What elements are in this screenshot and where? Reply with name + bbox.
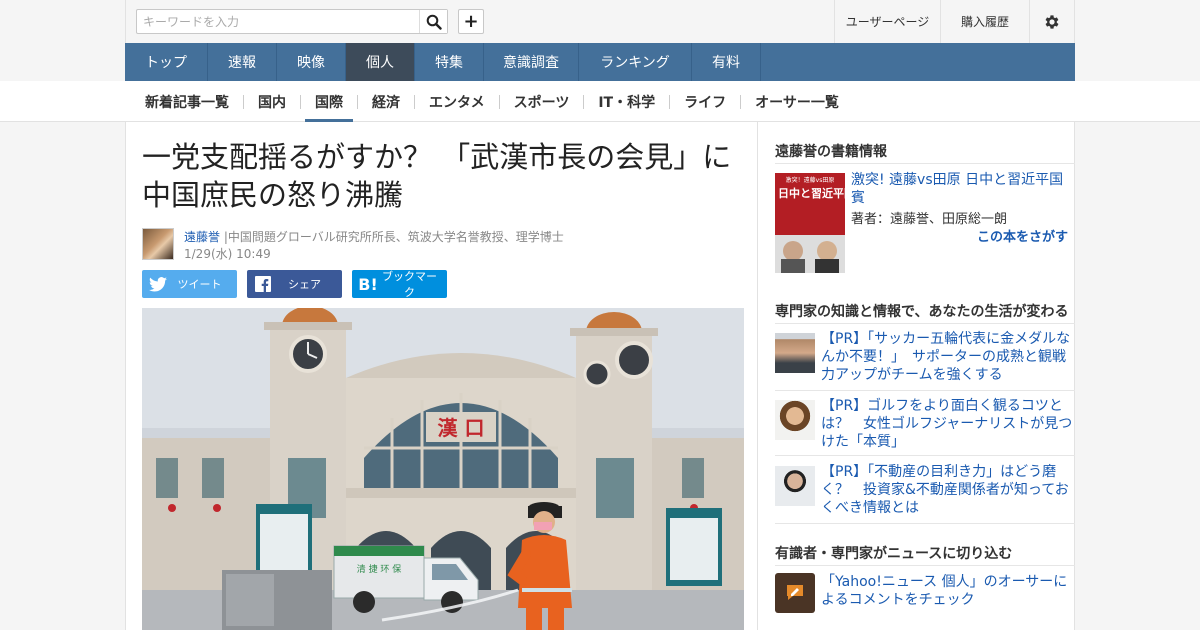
purchase-history-link[interactable]: 購入履歴 <box>940 0 1029 43</box>
divider <box>498 94 500 109</box>
settings-button[interactable] <box>1029 0 1074 43</box>
top-bar: + ユーザーページ 購入履歴 <box>0 0 1200 43</box>
main-nav-item-features[interactable]: 特集 <box>415 43 484 81</box>
plus-icon: + <box>463 10 479 32</box>
search-icon <box>426 14 442 30</box>
main-nav-item-ranking[interactable]: ランキング <box>579 43 692 81</box>
author-avatar[interactable] <box>142 228 174 260</box>
divider <box>300 94 301 109</box>
user-page-link[interactable]: ユーザーページ <box>834 0 940 43</box>
hankou-station-illustration: 漢 口 清 捷 环 保 <box>142 308 744 630</box>
expert-link[interactable]: 「Yahoo!ニュース 個人」のオーサーによるコメントをチェック <box>821 573 1075 609</box>
twitter-icon <box>146 276 170 292</box>
truck-text: 清 捷 环 保 <box>357 563 402 575</box>
book-cover-title: 日中と習近平国賓 <box>778 186 845 200</box>
divider <box>775 323 1075 324</box>
book-title-link[interactable]: 激突! 遠藤vs田原 日中と習近平国賓 <box>851 171 1071 207</box>
pr-link[interactable]: 【PR】「不動産の目利き力」はどう磨く？ 投資家&不動産関係者が知っておくべき情… <box>821 463 1075 517</box>
gear-icon <box>1045 14 1059 29</box>
twitter-share-label: ツイート <box>177 278 222 291</box>
add-button[interactable]: + <box>458 9 484 34</box>
author-line: 遠藤誉 |中国問題グローバル研究所所長、筑波大学名誉教授、理学博士 <box>184 228 564 245</box>
search-button[interactable] <box>419 10 447 33</box>
sub-nav-item-domestic[interactable]: 国内 <box>248 81 296 122</box>
sub-nav-items: 新着記事一覧 国内 国際 経済 エンタメ スポーツ IT・科学 ライフ オーサー… <box>135 81 849 122</box>
expert-item[interactable]: 「Yahoo!ニュース 個人」のオーサーによるコメントをチェック <box>775 573 1075 615</box>
pr-section-title: 専門家の知識と情報で、あなたの生活が変わる <box>775 304 1069 320</box>
article-title: 一党支配揺るがすか？ 「武漢市長の会見」に中国庶民の怒り沸騰 <box>142 140 732 212</box>
article-photo[interactable]: 漢 口 清 捷 环 保 <box>142 308 744 630</box>
divider <box>669 94 671 109</box>
find-book-link[interactable]: この本をさがす <box>977 226 1068 245</box>
divider <box>775 390 1075 391</box>
search-box <box>136 9 448 34</box>
main-nav-item-individual[interactable]: 個人 <box>346 43 415 81</box>
sidebar: 遠藤誉の書籍情報 激突！遠藤vs田原 日中と習近平国賓 激突! 遠藤vs田原 日… <box>758 122 1075 630</box>
expert-section-title: 有識者・専門家がニュースに切り込む <box>775 546 1013 562</box>
main-nav-item-top[interactable]: トップ <box>125 43 208 81</box>
twitter-share-button[interactable]: ツイート <box>142 270 237 298</box>
hatena-icon: B! <box>358 274 378 294</box>
sub-nav-item-it-science[interactable]: IT・科学 <box>588 81 665 122</box>
sub-nav-item-new[interactable]: 新着記事一覧 <box>135 81 239 122</box>
author-description: |中国問題グローバル研究所所長、筑波大学名誉教授、理学博士 <box>223 230 564 244</box>
main-nav-item-breaking[interactable]: 速報 <box>208 43 277 81</box>
divider <box>775 523 1075 524</box>
sub-nav-item-life[interactable]: ライフ <box>674 81 736 122</box>
divider <box>414 94 415 109</box>
book-section-title: 遠藤誉の書籍情報 <box>775 144 887 160</box>
article-date: 1/29(水) 10:49 <box>184 247 271 261</box>
sub-nav-item-sports[interactable]: スポーツ <box>504 81 580 122</box>
hatena-bookmark-button[interactable]: B! ブックマーク <box>352 270 447 299</box>
station-sign: 漢 口 <box>438 416 485 440</box>
divider <box>775 455 1075 456</box>
sub-nav-item-entertainment[interactable]: エンタメ <box>419 81 495 122</box>
book-cover-top-text: 激突！遠藤vs田原 <box>786 176 835 184</box>
pr-thumbnail <box>775 400 815 440</box>
sub-nav-item-economy[interactable]: 経済 <box>362 81 410 122</box>
author-name[interactable]: 遠藤誉 <box>184 230 220 244</box>
book-cover-art: 激突！遠藤vs田原 日中と習近平国賓 <box>775 173 845 273</box>
divider <box>740 94 742 109</box>
sub-nav-item-authors[interactable]: オーサー一覧 <box>745 81 849 122</box>
main-nav-item-survey[interactable]: 意識調査 <box>484 43 579 81</box>
facebook-share-label: シェア <box>288 278 321 291</box>
top-links: ユーザーページ 購入履歴 <box>834 0 1074 43</box>
facebook-share-button[interactable]: シェア <box>247 270 342 298</box>
hatena-bookmark-label: ブックマーク <box>382 270 437 299</box>
book-author: 著者：遠藤誉、田原総一朗 <box>851 212 1008 227</box>
pr-item[interactable]: 【PR】「不動産の目利き力」はどう磨く？ 投資家&不動産関係者が知っておくべき情… <box>775 463 1075 521</box>
divider <box>357 94 358 109</box>
facebook-icon <box>251 276 275 292</box>
main-nav-item-paid[interactable]: 有料 <box>692 43 761 81</box>
pr-thumbnail <box>775 333 815 373</box>
pr-link[interactable]: 【PR】ゴルフをより面白く観るコツとは？ 女性ゴルフジャーナリストが見つけた「本… <box>821 397 1075 451</box>
comment-icon <box>775 573 815 613</box>
main-nav: トップ 速報 映像 個人 特集 意識調査 ランキング 有料 <box>125 43 1075 81</box>
book-cover[interactable]: 激突！遠藤vs田原 日中と習近平国賓 <box>775 173 845 273</box>
divider <box>243 94 244 109</box>
article: 一党支配揺るがすか？ 「武漢市長の会見」に中国庶民の怒り沸騰 遠藤誉 |中国問題… <box>125 122 758 630</box>
sub-nav-item-international[interactable]: 国際 <box>305 81 353 122</box>
divider <box>775 163 1075 164</box>
divider <box>775 565 1075 566</box>
pr-item[interactable]: 【PR】ゴルフをより面白く観るコツとは？ 女性ゴルフジャーナリストが見つけた「本… <box>775 397 1075 455</box>
main-nav-item-video[interactable]: 映像 <box>277 43 346 81</box>
divider <box>583 94 585 109</box>
sub-nav: 新着記事一覧 国内 国際 経済 エンタメ スポーツ IT・科学 ライフ オーサー… <box>0 81 1200 122</box>
search-input[interactable] <box>137 10 419 33</box>
pr-thumbnail <box>775 466 815 506</box>
pr-link[interactable]: 【PR】「サッカー五輪代表に金メダルなんか不要！」 サポーターの成熟と観戦力アッ… <box>821 330 1075 384</box>
pr-item[interactable]: 【PR】「サッカー五輪代表に金メダルなんか不要！」 サポーターの成熟と観戦力アッ… <box>775 330 1075 388</box>
top-bar-inner: + ユーザーページ 購入履歴 <box>125 0 1075 43</box>
